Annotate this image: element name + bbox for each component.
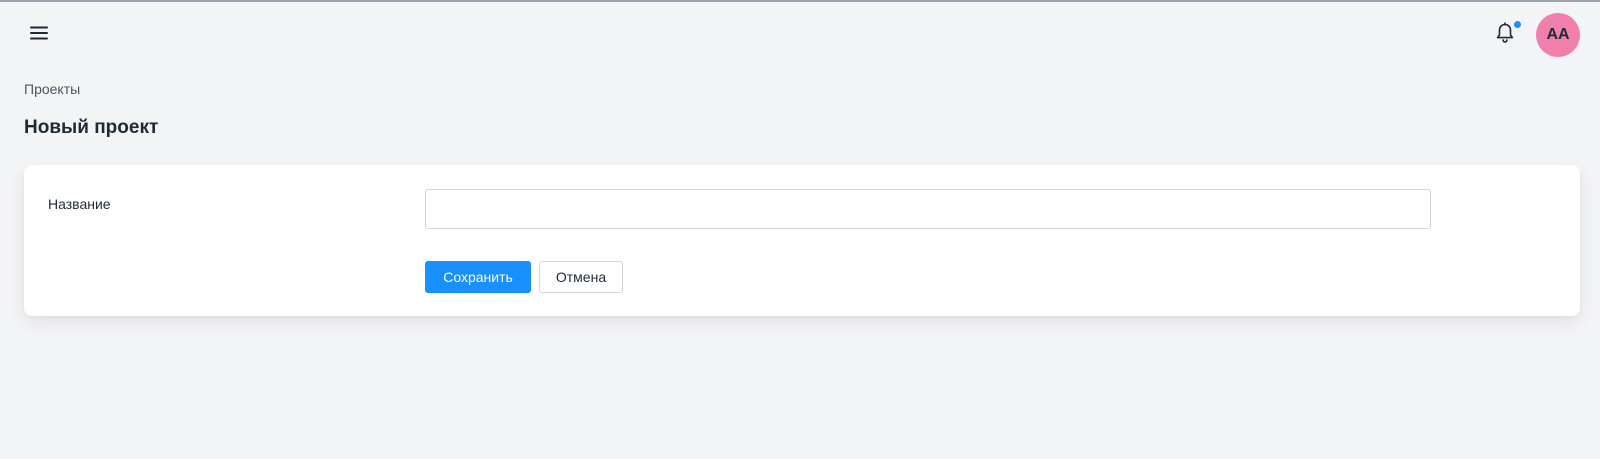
page-title: Новый проект [24,117,159,138]
notifications-button[interactable] [1490,20,1521,50]
bell-icon [1495,21,1515,49]
avatar-initials: AA [1546,26,1570,43]
breadcrumb-projects[interactable]: Проекты [24,81,80,97]
menu-button[interactable] [24,20,54,50]
avatar[interactable]: AA [1536,13,1580,57]
project-form-card: Название Сохранить Отмена [24,165,1580,316]
project-name-input[interactable] [425,189,1431,229]
notification-dot [1514,21,1521,28]
name-field-label: Название [48,196,111,212]
save-button[interactable]: Сохранить [425,261,531,293]
hamburger-menu-icon [29,25,49,46]
top-header: AA [0,2,1600,68]
cancel-button[interactable]: Отмена [539,261,623,293]
